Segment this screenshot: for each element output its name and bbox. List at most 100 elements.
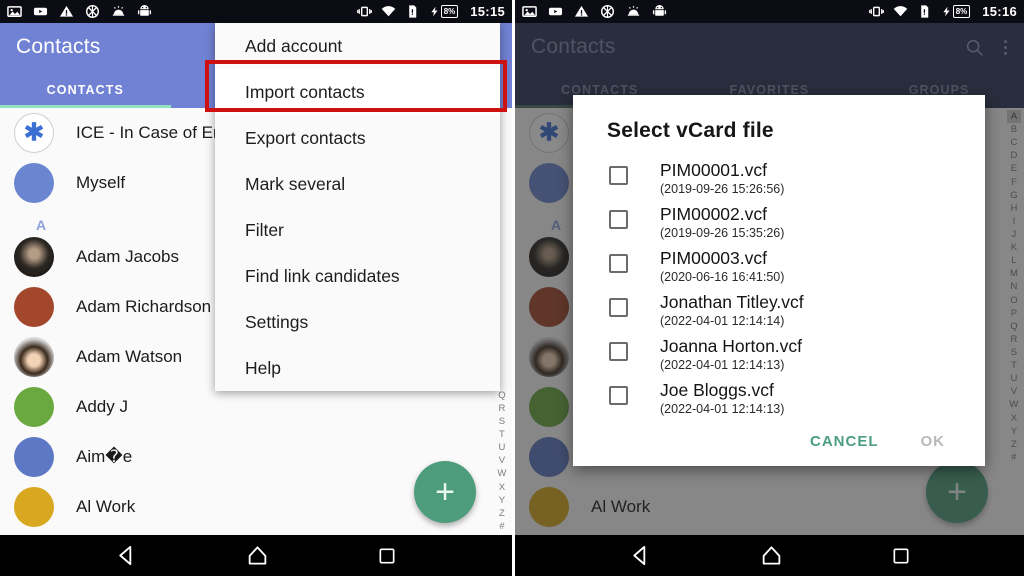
no-data-icon [85, 4, 100, 19]
battery-status: 8% [429, 4, 459, 19]
image-icon [7, 6, 22, 17]
vcard-file-row[interactable]: Joe Bloggs.vcf (2022-04-01 12:14:13) [573, 377, 985, 421]
alpha-index-letter[interactable]: S [499, 415, 506, 428]
file-text-group: PIM00003.vcf (2020-06-16 16:41:50) [660, 248, 784, 286]
vcard-file-row[interactable]: Jonathan Titley.vcf (2022-04-01 12:14:14) [573, 289, 985, 333]
tab-contacts[interactable]: CONTACTS [0, 83, 171, 97]
alpha-index-letter[interactable]: Z [499, 507, 505, 520]
sdcard-icon [920, 5, 928, 18]
battery-percent: 8% [440, 5, 459, 18]
menu-item-import-contacts[interactable]: Import contacts [215, 69, 500, 115]
screenshot-stage: 8% 15:15 Contacts CONTACTS FAVORITES GRO… [0, 0, 1024, 576]
alpha-index-letter[interactable]: T [499, 428, 505, 441]
alpha-index-letter[interactable]: X [499, 481, 506, 494]
status-icons-left-right-phone [522, 4, 667, 19]
menu-item-add-account[interactable]: Add account [215, 23, 500, 69]
status-bar-right: 8% 15:16 [515, 0, 1024, 23]
vcard-file-list[interactable]: PIM00001.vcf (2019-09-26 15:26:56) PIM0000… [573, 157, 985, 421]
file-text-group: Joe Bloggs.vcf (2022-04-01 12:14:13) [660, 380, 784, 418]
home-icon[interactable] [246, 544, 269, 567]
star-of-life-icon [24, 122, 44, 141]
warning-icon [59, 5, 74, 17]
file-name: PIM00001.vcf [660, 160, 767, 180]
vcard-file-row[interactable]: PIM00001.vcf (2019-09-26 15:26:56) [573, 157, 985, 201]
file-date: (2020-06-16 16:41:50) [660, 270, 785, 285]
contact-name: Al Work [76, 497, 136, 516]
alpha-index-letter[interactable]: R [498, 402, 505, 415]
phone-screen-left: 8% 15:15 Contacts CONTACTS FAVORITES GRO… [0, 0, 512, 576]
add-contact-fab[interactable]: + [414, 461, 476, 523]
triangle-back-icon[interactable] [115, 544, 138, 567]
android-nav-bar-right [515, 535, 1024, 576]
alpha-index-letter[interactable]: U [498, 441, 505, 454]
square-recents-icon[interactable] [891, 546, 911, 566]
android-icon [137, 4, 152, 16]
file-name: Jonathan Titley.vcf [660, 292, 804, 312]
no-data-icon [600, 4, 615, 19]
wifi-icon [381, 6, 395, 17]
vcard-file-row[interactable]: PIM00002.vcf (2019-09-26 15:35:26) [573, 201, 985, 245]
contact-name: Adam Watson [76, 347, 183, 366]
file-checkbox[interactable] [609, 298, 628, 317]
file-date: (2022-04-01 12:14:13) [660, 358, 785, 373]
file-text-group: Jonathan Titley.vcf (2022-04-01 12:14:14) [660, 292, 804, 330]
cancel-button[interactable]: CANCEL [810, 433, 879, 450]
contact-name: Adam Richardson [76, 297, 212, 316]
file-checkbox[interactable] [609, 166, 628, 185]
avatar [14, 337, 54, 377]
file-text-group: Joanna Horton.vcf (2022-04-01 12:14:13) [660, 336, 802, 374]
ok-button[interactable]: OK [921, 433, 946, 450]
file-text-group: PIM00001.vcf (2019-09-26 15:26:56) [660, 160, 784, 198]
avatar [14, 113, 54, 153]
image-icon [522, 6, 537, 17]
youtube-icon [33, 7, 48, 16]
vcard-file-row[interactable]: PIM00003.vcf (2020-06-16 16:41:50) [573, 245, 985, 289]
status-icons-right-right-phone: 8% 15:16 [868, 4, 1017, 19]
vcard-file-row[interactable]: Joanna Horton.vcf (2022-04-01 12:14:13) [573, 333, 985, 377]
status-icons-left [7, 4, 152, 19]
contact-name: Aim�e [76, 447, 133, 466]
alpha-index-letter[interactable]: Y [499, 494, 506, 507]
file-date: (2022-04-01 12:14:13) [660, 402, 785, 417]
file-checkbox[interactable] [609, 386, 628, 405]
triangle-back-icon[interactable] [629, 544, 652, 567]
alpha-index-letter[interactable]: # [499, 520, 504, 533]
home-icon[interactable] [760, 544, 783, 567]
battery-status: 8% [941, 4, 971, 19]
avatar [14, 487, 54, 527]
vibrate-icon [868, 6, 884, 17]
alpha-index-letter[interactable]: W [497, 467, 506, 480]
dialog-title: Select vCard file [607, 119, 774, 142]
status-icons-right-left-phone: 8% 15:15 [356, 4, 505, 19]
file-checkbox[interactable] [609, 210, 628, 229]
status-bar-left: 8% 15:15 [0, 0, 512, 23]
file-checkbox[interactable] [609, 342, 628, 361]
file-checkbox[interactable] [609, 254, 628, 273]
warning-icon [574, 5, 589, 17]
menu-item-export-contacts[interactable]: Export contacts [215, 115, 500, 161]
battery-percent: 8% [952, 5, 971, 18]
vibrate-icon [356, 6, 372, 17]
avatar [14, 387, 54, 427]
file-text-group: PIM00002.vcf (2019-09-26 15:35:26) [660, 204, 784, 242]
avatar [14, 437, 54, 477]
overflow-menu[interactable]: Add account Import contacts Export contact… [215, 23, 500, 391]
file-date: (2019-09-26 15:26:56) [660, 182, 785, 197]
file-date: (2019-09-26 15:35:26) [660, 226, 785, 241]
charging-icon [943, 6, 950, 17]
clock-right: 15:16 [982, 4, 1017, 19]
menu-item-settings[interactable]: Settings [215, 299, 500, 345]
menu-item-filter[interactable]: Filter [215, 207, 500, 253]
wifi-icon [893, 6, 907, 17]
square-recents-icon[interactable] [377, 546, 397, 566]
file-name: PIM00002.vcf [660, 204, 767, 224]
menu-item-help[interactable]: Help [215, 345, 500, 391]
avatar [14, 287, 54, 327]
alarm-icon [627, 6, 640, 16]
alarm-icon [112, 6, 125, 16]
menu-item-find-link-candidates[interactable]: Find link candidates [215, 253, 500, 299]
menu-item-mark-several[interactable]: Mark several [215, 161, 500, 207]
plus-icon: + [435, 473, 455, 511]
file-name: PIM00003.vcf [660, 248, 767, 268]
alpha-index-letter[interactable]: V [499, 454, 506, 467]
